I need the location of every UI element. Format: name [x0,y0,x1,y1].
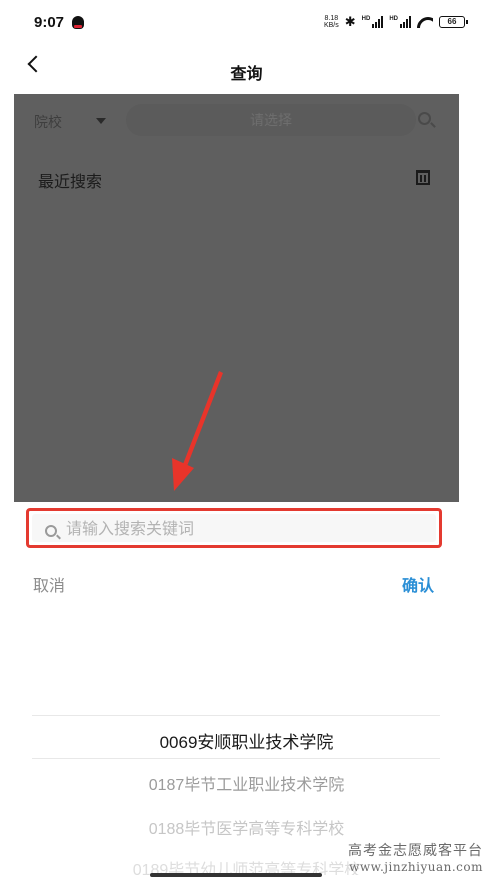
qq-icon [72,15,85,29]
home-indicator[interactable] [150,873,322,877]
signal-hd-label-2: HD [389,16,398,22]
status-icons: 8.18 KB/s ✱ HD HD 66 [324,14,468,30]
search-icon [45,525,57,537]
picker-divider-top [32,715,440,716]
picker-divider-bottom [32,758,440,759]
status-bar: 9:07 8.18 KB/s ✱ HD HD 66 [0,0,493,44]
signal-hd-label: HD [361,16,371,22]
filter-row: 院校 请选择 [14,94,459,146]
net-speed: 8.18 KB/s [324,15,339,29]
net-speed-value: 8.18 [324,15,339,22]
watermark-text: 高考金志愿威客平台 [348,843,483,859]
status-time: 9:07 [34,13,65,31]
watermark-url: www.jinzhiyuan.com [349,860,483,874]
category-dropdown-label[interactable]: 院校 [34,112,62,132]
page-title: 查询 [230,66,263,83]
signal-icon: HD [362,16,384,28]
battery-icon: 66 [439,16,468,28]
watermark: 高考金志愿威客平台 www.jinzhiyuan.com [348,840,483,874]
picker-search-box[interactable] [26,508,442,548]
nav-bar: 查询 [0,44,493,94]
confirm-button[interactable]: 确认 [402,572,434,596]
picker-item[interactable]: 0188毕节医学高等专科学校 [0,815,493,839]
cancel-button[interactable]: 取消 [33,572,65,596]
picker-item[interactable]: 0187毕节工业职业技术学院 [0,771,493,795]
bluetooth-icon: ✱ [344,14,356,29]
caret-down-icon[interactable] [96,118,106,124]
recent-search-title: 最近搜索 [38,174,103,191]
school-select[interactable]: 请选择 [126,104,416,136]
search-icon[interactable] [418,112,431,125]
dimmed-overlay[interactable]: 院校 请选择 最近搜索 [14,94,459,502]
picker-item-selected[interactable]: 0069安顺职业技术学院 [0,728,493,753]
signal-icon-2: HD [389,16,411,28]
net-speed-unit: KB/s [323,22,339,29]
picker-search-field[interactable] [32,514,436,542]
wifi-icon [417,16,433,28]
trash-icon[interactable] [416,170,430,185]
search-input[interactable] [66,518,406,542]
